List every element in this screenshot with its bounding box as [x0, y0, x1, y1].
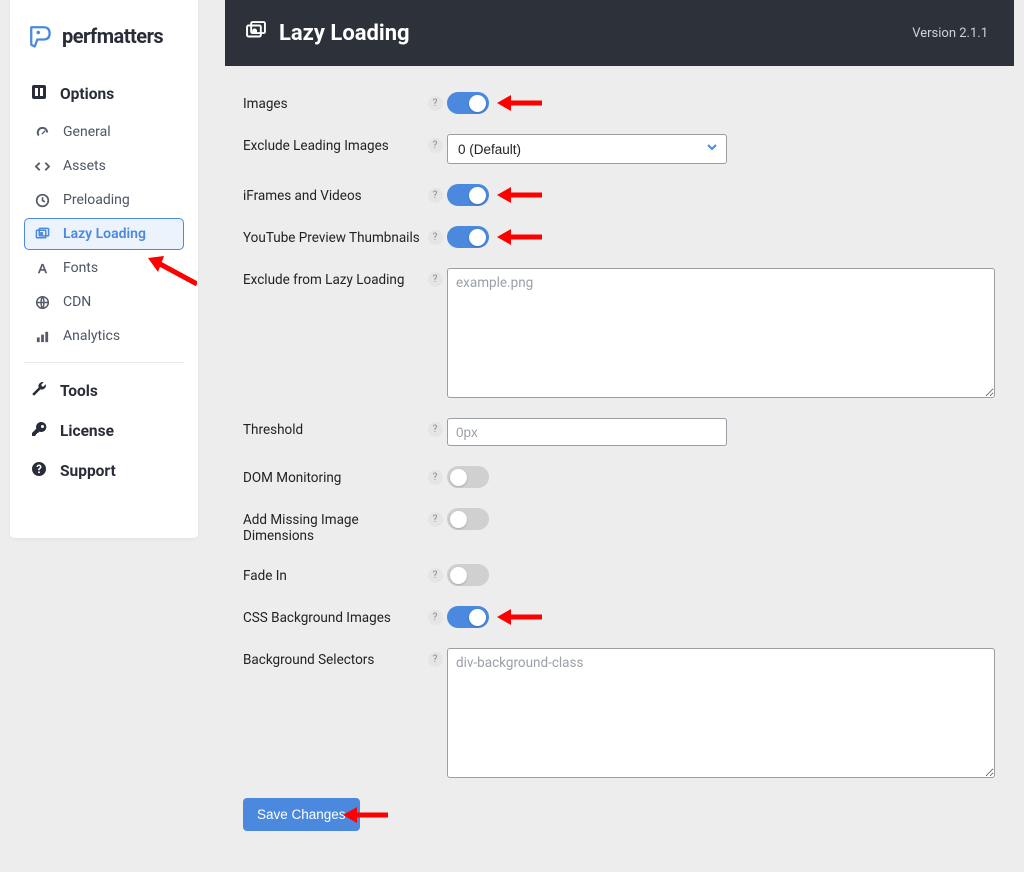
label-images: Images	[243, 92, 423, 112]
label-exclude-ll: Exclude from Lazy Loading	[243, 268, 423, 288]
settings-form: Images ? Exclude Leading Images ? 0 (Def…	[225, 66, 1014, 871]
row-bg-selectors: Background Selectors ?	[243, 648, 996, 778]
textarea-exclude-ll[interactable]	[447, 268, 995, 398]
sidebar-item-label: Lazy Loading	[63, 226, 146, 242]
code-icon	[33, 159, 51, 174]
annotation-arrow-icon	[497, 608, 542, 626]
help-icon[interactable]: ?	[428, 610, 443, 625]
sidebar-options-list: General Assets Preloading Lazy Loading F…	[24, 116, 184, 352]
row-fade-in: Fade In ?	[243, 564, 996, 586]
sidebar-item-label: Analytics	[63, 328, 120, 344]
help-icon	[30, 461, 48, 481]
help-icon[interactable]: ?	[428, 230, 443, 245]
sidebar-section-options[interactable]: Options	[24, 76, 184, 112]
toggle-cssbg[interactable]	[447, 606, 489, 628]
toggle-dom[interactable]	[447, 466, 489, 488]
font-icon	[33, 261, 51, 276]
row-css-bg: CSS Background Images ?	[243, 606, 996, 628]
sidebar-item-label: Fonts	[63, 260, 98, 276]
select-exclude-leading[interactable]: 0 (Default)	[447, 134, 727, 164]
sidebar-item-preloading[interactable]: Preloading	[24, 184, 184, 216]
version-text: Version 2.1.1	[912, 26, 988, 41]
sidebar-item-label: Assets	[63, 158, 106, 174]
row-youtube: YouTube Preview Thumbnails ?	[243, 226, 996, 248]
help-icon[interactable]: ?	[428, 512, 443, 527]
sidebar-license-label: License	[60, 422, 114, 440]
label-exclude-leading: Exclude Leading Images	[243, 134, 423, 154]
chart-icon	[33, 329, 51, 344]
help-icon[interactable]: ?	[428, 138, 443, 153]
sidebar-divider	[24, 362, 184, 363]
clock-icon	[33, 193, 51, 208]
save-button[interactable]: Save Changes	[243, 798, 360, 831]
input-threshold[interactable]	[447, 418, 727, 446]
label-fade: Fade In	[243, 564, 423, 584]
wrench-icon	[30, 381, 48, 401]
sidebar-section-options-label: Options	[60, 85, 114, 103]
sidebar-item-fonts[interactable]: Fonts	[24, 252, 184, 284]
annotation-arrow-icon	[497, 186, 542, 204]
main-content: Lazy Loading Version 2.1.1 Images ? Excl…	[225, 0, 1014, 871]
row-iframes: iFrames and Videos ?	[243, 184, 996, 206]
options-icon	[30, 84, 48, 104]
toggle-youtube[interactable]	[447, 226, 489, 248]
sidebar-item-label: Preloading	[63, 192, 130, 208]
logo-icon	[26, 22, 54, 50]
page-title: Lazy Loading	[279, 21, 410, 46]
header-images-icon	[245, 20, 267, 47]
page-header: Lazy Loading Version 2.1.1	[225, 0, 1014, 66]
key-icon	[30, 421, 48, 441]
textarea-bgsel[interactable]	[447, 648, 995, 778]
sidebar-item-analytics[interactable]: Analytics	[24, 320, 184, 352]
help-icon[interactable]: ?	[428, 188, 443, 203]
help-icon[interactable]: ?	[428, 470, 443, 485]
label-iframes: iFrames and Videos	[243, 184, 423, 204]
row-dom-monitoring: DOM Monitoring ?	[243, 466, 996, 488]
globe-icon	[33, 295, 51, 310]
label-bgsel: Background Selectors	[243, 648, 423, 668]
sidebar-item-label: General	[63, 124, 111, 140]
help-icon[interactable]: ?	[428, 422, 443, 437]
sidebar-item-assets[interactable]: Assets	[24, 150, 184, 182]
label-dom: DOM Monitoring	[243, 466, 423, 486]
sidebar-item-cdn[interactable]: CDN	[24, 286, 184, 318]
row-threshold: Threshold ?	[243, 418, 996, 446]
label-youtube: YouTube Preview Thumbnails	[243, 226, 423, 246]
toggle-images[interactable]	[447, 92, 489, 114]
select-exclude-leading-input[interactable]: 0 (Default)	[447, 134, 727, 164]
images-icon	[33, 227, 51, 242]
sidebar: perfmatters Options General Assets Prelo…	[10, 0, 198, 538]
gauge-icon	[33, 125, 51, 140]
label-dims: Add Missing Image Dimensions	[243, 508, 423, 544]
toggle-iframes[interactable]	[447, 184, 489, 206]
brand-name: perfmatters	[62, 24, 163, 48]
sidebar-item-license[interactable]: License	[24, 413, 184, 449]
row-images: Images ?	[243, 92, 996, 114]
help-icon[interactable]: ?	[428, 568, 443, 583]
toggle-dims[interactable]	[447, 508, 489, 530]
sidebar-item-lazyloading[interactable]: Lazy Loading	[24, 218, 184, 250]
label-threshold: Threshold	[243, 418, 423, 438]
sidebar-tools-label: Tools	[60, 382, 98, 400]
label-cssbg: CSS Background Images	[243, 606, 423, 626]
toggle-fade[interactable]	[447, 564, 489, 586]
row-missing-dimensions: Add Missing Image Dimensions ?	[243, 508, 996, 544]
annotation-arrow-icon	[497, 228, 542, 246]
brand-logo: perfmatters	[26, 22, 182, 50]
row-exclude-lazyloading: Exclude from Lazy Loading ?	[243, 268, 996, 398]
help-icon[interactable]: ?	[428, 272, 443, 287]
help-icon[interactable]: ?	[428, 96, 443, 111]
sidebar-support-label: Support	[60, 462, 116, 480]
sidebar-item-label: CDN	[63, 294, 91, 310]
row-exclude-leading: Exclude Leading Images ? 0 (Default)	[243, 134, 996, 164]
annotation-arrow-icon	[497, 94, 542, 112]
sidebar-item-support[interactable]: Support	[24, 453, 184, 489]
sidebar-item-general[interactable]: General	[24, 116, 184, 148]
help-icon[interactable]: ?	[428, 652, 443, 667]
sidebar-item-tools[interactable]: Tools	[24, 373, 184, 409]
